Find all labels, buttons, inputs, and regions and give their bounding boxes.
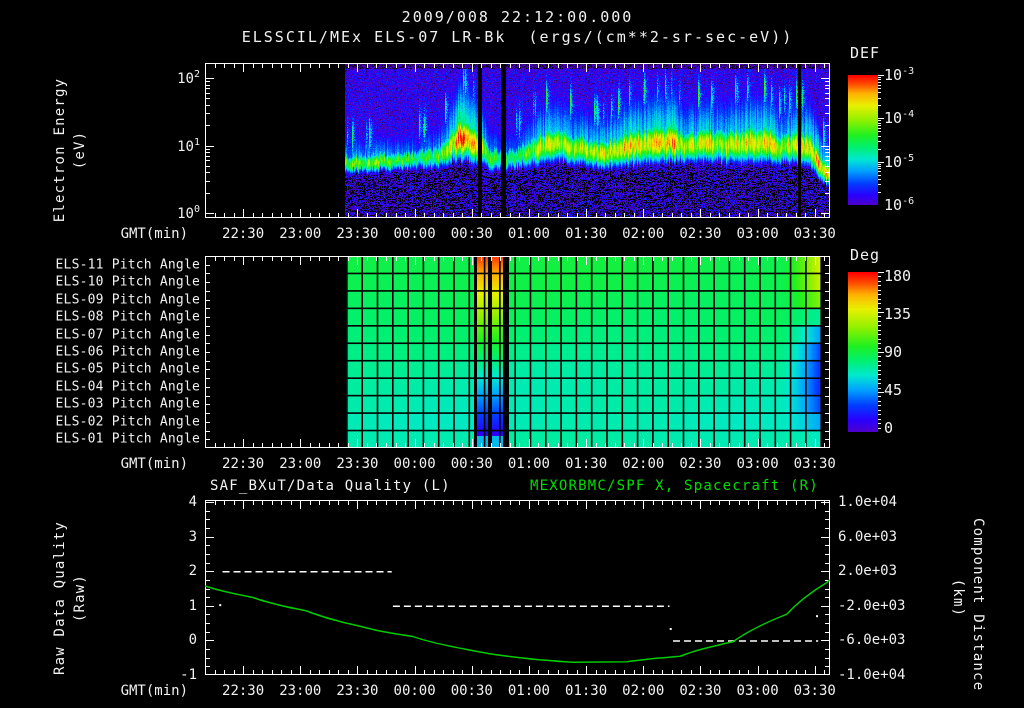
distance-tick-label: 2.0e+03 [838, 563, 898, 580]
def-colorbar-title: DEF [850, 44, 881, 62]
x-tick-label: 00:30 [450, 226, 493, 242]
pitch-row-label: ELS-03 Pitch Angle [55, 396, 200, 412]
x-tick-label: 00:00 [393, 683, 436, 699]
deg-tick-label: 0 [884, 419, 894, 437]
bottom-left-y-axis-label-line2: (Raw) [72, 573, 88, 623]
deg-colorbar [848, 272, 886, 432]
x-tick-label: 22:30 [222, 456, 265, 472]
pitch-row-label: ELS-04 Pitch Angle [55, 379, 200, 395]
bottom-left-y-axis-label: Raw Data Quality (Raw) [50, 518, 90, 678]
deg-tick-label: 90 [884, 343, 903, 361]
x-tick-label: 02:30 [679, 456, 722, 472]
pitch-row-label: ELS-05 Pitch Angle [55, 361, 200, 377]
top-y-axis-label: Electron Energy (eV) [50, 70, 90, 230]
pitch-row-label: ELS-10 Pitch Angle [55, 274, 200, 290]
gmt-label: GMT(min) [120, 683, 188, 699]
distance-tick-label: -1.0e+04 [838, 667, 906, 683]
x-tick-label: 22:30 [222, 683, 265, 699]
bottom-right-y-axis-label-line1: Component Distance [970, 518, 986, 692]
def-colorbar [848, 75, 886, 205]
gmt-label: GMT(min) [120, 456, 188, 472]
x-tick-label: 22:30 [222, 226, 265, 242]
x-tick-label: 23:30 [336, 226, 379, 242]
x-tick-label: 03:30 [793, 683, 836, 699]
x-tick-label: 02:00 [622, 683, 665, 699]
x-tick-label: 02:30 [679, 226, 722, 242]
plot-screen: 2009/008 22:12:00.000 ELSSCIL/MEx ELS-07… [0, 0, 1024, 708]
x-tick-label: 23:00 [279, 683, 322, 699]
bottom-right-y-axis-label-line2: (km) [950, 578, 966, 618]
pitch-row-label: ELS-01 Pitch Angle [55, 431, 200, 447]
deg-tick-label: 180 [884, 267, 912, 285]
x-tick-label: 23:30 [336, 456, 379, 472]
quality-tick-label: 3 [188, 528, 197, 545]
quality-tick-label: -1 [180, 667, 197, 683]
distance-tick-label: -2.0e+03 [838, 597, 906, 614]
x-tick-label: 03:30 [793, 226, 836, 242]
x-tick-label: 01:00 [507, 456, 550, 472]
pitch-row-label: ELS-06 Pitch Angle [55, 344, 200, 360]
bottom-left-y-axis-label-line1: Raw Data Quality [52, 520, 68, 676]
distance-tick-label: 1.0e+04 [838, 494, 898, 510]
deg-tick-label: 135 [884, 305, 912, 323]
title-datetime: 2009/008 22:12:00.000 [401, 8, 634, 26]
bottom-left-title: SAF_BXuT/Data Quality (L) [210, 478, 451, 494]
x-tick-label: 02:00 [622, 456, 665, 472]
energy-tick-label: 101 [177, 136, 200, 155]
x-tick-label: 00:30 [450, 683, 493, 699]
gmt-label: GMT(min) [120, 226, 188, 242]
def-tick-label: 10-3 [884, 66, 915, 84]
x-tick-label: 00:30 [450, 456, 493, 472]
energy-tick-label: 100 [177, 204, 200, 222]
pitch-row-label: ELS-11 Pitch Angle [55, 257, 200, 273]
distance-tick-label: 6.0e+03 [838, 528, 898, 545]
x-tick-label: 03:00 [736, 456, 779, 472]
x-tick-label: 02:00 [622, 226, 665, 242]
deg-colorbar-title: Deg [850, 246, 881, 264]
pitch-angle-panel [205, 256, 830, 448]
quality-tick-label: 4 [188, 494, 197, 510]
deg-tick-label: 45 [884, 381, 903, 399]
title-instrument: ELSSCIL/MEx ELS-07 LR-Bk (ergs/(cm**2-sr… [241, 28, 794, 46]
pitch-row-label: ELS-08 Pitch Angle [55, 309, 200, 325]
x-tick-label: 03:30 [793, 456, 836, 472]
x-tick-label: 02:30 [679, 683, 722, 699]
quality-tick-label: 1 [188, 597, 197, 614]
quality-tick-label: 0 [188, 632, 197, 649]
x-tick-label: 23:30 [336, 683, 379, 699]
x-tick-label: 03:00 [736, 683, 779, 699]
def-tick-label: 10-6 [884, 195, 915, 214]
x-tick-label: 01:00 [507, 683, 550, 699]
pitch-row-label: ELS-07 Pitch Angle [55, 327, 200, 343]
quality-distance-plot [205, 500, 830, 675]
bottom-right-y-axis-label: Component Distance (km) [948, 518, 988, 692]
x-tick-label: 01:30 [565, 226, 608, 242]
x-tick-label: 23:00 [279, 456, 322, 472]
pitch-row-label: ELS-09 Pitch Angle [55, 292, 200, 308]
def-tick-label: 10-5 [884, 152, 915, 171]
x-tick-label: 23:00 [279, 226, 322, 242]
x-tick-label: 00:00 [393, 226, 436, 242]
top-y-axis-label-line2: (eV) [72, 130, 88, 170]
pitch-row-label: ELS-02 Pitch Angle [55, 414, 200, 430]
def-tick-label: 10-4 [884, 109, 915, 128]
x-tick-label: 03:00 [736, 226, 779, 242]
energy-tick-label: 102 [177, 69, 200, 87]
x-tick-label: 01:00 [507, 226, 550, 242]
bottom-right-title: MEXORBMC/SPF X, Spacecraft (R) [530, 478, 819, 494]
x-tick-label: 01:30 [565, 456, 608, 472]
x-tick-label: 01:30 [565, 683, 608, 699]
quality-tick-label: 2 [188, 563, 197, 580]
electron-energy-spectrogram [205, 63, 830, 218]
distance-tick-label: -6.0e+03 [838, 632, 906, 649]
x-tick-label: 00:00 [393, 456, 436, 472]
top-y-axis-label-line1: Electron Energy [52, 77, 68, 223]
